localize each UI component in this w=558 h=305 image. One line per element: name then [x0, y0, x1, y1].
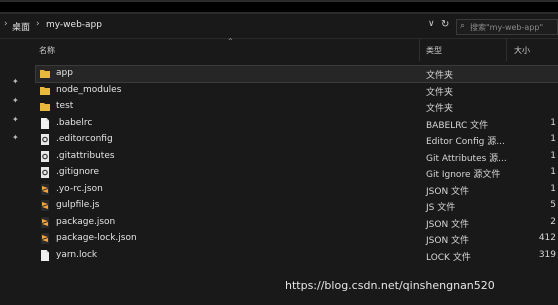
- file-row[interactable]: .yo-rc.json JSON 文件 1: [36, 182, 558, 198]
- config-file-icon: [40, 167, 50, 178]
- navigation-pane: ✦ ✦ ✦ ✦: [0, 39, 30, 305]
- file-size: 1: [550, 134, 556, 144]
- file-row[interactable]: yarn.lock LOCK 文件 319: [36, 248, 558, 264]
- file-type: Git Ignore 源文件: [426, 170, 501, 180]
- search-input[interactable]: ⌕ 搜索"my-web-app": [456, 19, 558, 35]
- sort-caret-icon: ⌃: [227, 37, 234, 46]
- file-type: JSON 文件: [426, 186, 470, 197]
- file-name: test: [56, 101, 74, 111]
- file-size: 1: [550, 167, 556, 177]
- file-type: Editor Config 源...: [426, 137, 505, 147]
- file-row[interactable]: node_modules 文件夹: [36, 83, 558, 99]
- chevron-down-icon[interactable]: ∨: [428, 19, 435, 29]
- config-file-icon: [40, 150, 50, 162]
- config-file-icon: [40, 134, 50, 145]
- breadcrumb-desktop[interactable]: 桌面: [12, 20, 30, 33]
- column-size[interactable]: 大小: [514, 45, 530, 56]
- file-size: 1: [550, 117, 556, 128]
- file-type: 文件夹: [426, 87, 454, 98]
- sublime-file-icon: [40, 216, 50, 228]
- folder-icon: [40, 68, 50, 79]
- chevron-right-icon[interactable]: ›: [4, 19, 8, 29]
- file-name: .gitignore: [56, 167, 100, 177]
- file-size: 1: [550, 150, 556, 161]
- column-name[interactable]: 名称: [39, 45, 55, 56]
- watermark: https://blog.csdn.net/qinshengnan520: [285, 279, 495, 292]
- column-type[interactable]: 类型: [426, 45, 442, 56]
- file-type: LOCK 文件: [426, 252, 471, 263]
- file-row[interactable]: .babelrc BABELRC 文件 1: [36, 116, 558, 132]
- file-name: yarn.lock: [56, 249, 98, 260]
- blank-file-icon: [40, 117, 50, 129]
- sublime-file-icon: [40, 200, 50, 211]
- file-type: Git Attributes 源...: [426, 153, 507, 164]
- sublime-file-icon: [40, 183, 50, 195]
- pin-icon[interactable]: ✦: [12, 77, 19, 86]
- file-row[interactable]: .gitignore Git Ignore 源文件 1: [36, 165, 558, 181]
- title-bar: [0, 2, 558, 12]
- file-type: BABELRC 文件: [426, 120, 489, 131]
- refresh-icon[interactable]: ↻: [441, 19, 449, 30]
- column-headers: ⌃ 名称 类型 大小: [30, 37, 558, 61]
- file-type: JSON 文件: [426, 236, 470, 246]
- column-divider[interactable]: [419, 39, 420, 61]
- file-row[interactable]: package-lock.json JSON 文件 412: [36, 231, 558, 247]
- file-row[interactable]: .editorconfig Editor Config 源... 1: [36, 132, 558, 148]
- file-size: 2: [550, 216, 556, 227]
- file-name: .babelrc: [56, 117, 93, 128]
- file-row[interactable]: .gitattributes Git Attributes 源... 1: [36, 149, 558, 165]
- search-icon: ⌕: [460, 21, 466, 31]
- file-row[interactable]: test 文件夹: [36, 99, 558, 115]
- file-name: app: [56, 68, 73, 78]
- file-row[interactable]: app 文件夹: [35, 65, 558, 83]
- pin-icon[interactable]: ✦: [12, 115, 19, 124]
- file-type: JS 文件: [426, 203, 456, 213]
- folder-icon: [40, 101, 50, 112]
- file-name: package-lock.json: [56, 233, 137, 243]
- file-type: 文件夹: [426, 104, 454, 114]
- folder-icon: [40, 85, 50, 96]
- file-name: package.json: [56, 216, 116, 227]
- pin-icon[interactable]: ✦: [12, 133, 19, 142]
- sublime-file-icon: [40, 233, 50, 244]
- column-divider[interactable]: [506, 39, 507, 61]
- file-name: .yo-rc.json: [56, 183, 103, 194]
- file-size: 5: [550, 200, 556, 210]
- file-type: JSON 文件: [426, 219, 470, 230]
- file-size: 319: [538, 249, 556, 260]
- file-type: 文件夹: [426, 71, 454, 81]
- file-size: 412: [538, 233, 556, 243]
- file-size: 1: [550, 183, 556, 194]
- file-row[interactable]: package.json JSON 文件 2: [36, 215, 558, 231]
- chevron-right-icon[interactable]: ›: [36, 19, 40, 29]
- file-name: gulpfile.js: [56, 200, 100, 210]
- address-bar[interactable]: › 桌面 › my-web-app ∨ ↻ ⌕ 搜索"my-web-app": [0, 14, 558, 39]
- file-row[interactable]: gulpfile.js JS 文件 5: [36, 198, 558, 214]
- blank-file-icon: [40, 249, 50, 261]
- file-name: .gitattributes: [56, 150, 115, 161]
- file-name: node_modules: [56, 84, 122, 95]
- pin-icon[interactable]: ✦: [12, 96, 19, 105]
- search-placeholder: 搜索"my-web-app": [470, 23, 544, 32]
- breadcrumb-my-web-app[interactable]: my-web-app: [46, 20, 102, 32]
- file-name: .editorconfig: [56, 134, 113, 144]
